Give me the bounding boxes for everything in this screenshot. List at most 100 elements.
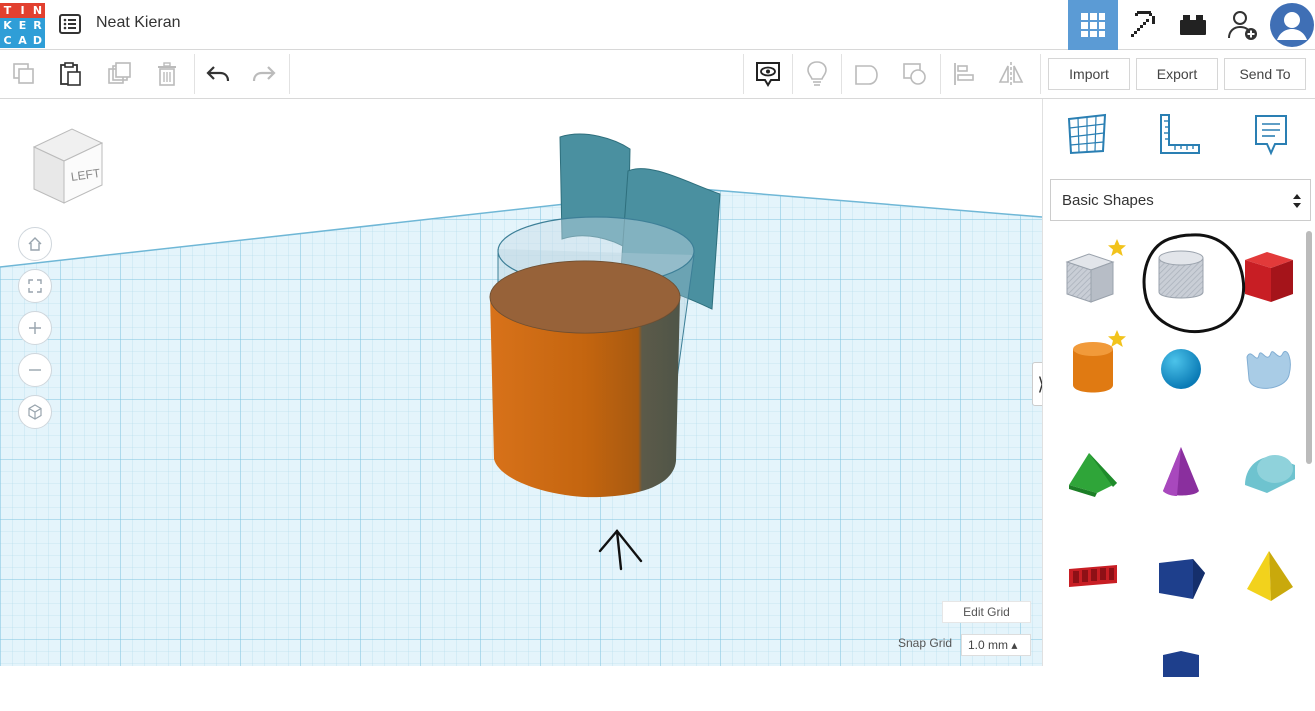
logo-letter: E [15, 18, 30, 33]
design-menu-icon[interactable] [59, 14, 81, 34]
mirror-button[interactable] [990, 50, 1032, 98]
ungroup-icon [903, 63, 926, 85]
copy-button[interactable] [4, 50, 44, 98]
avatar-icon [1269, 3, 1314, 47]
group-button[interactable] [846, 50, 888, 98]
undo-button[interactable] [198, 50, 238, 98]
zoom-in-button[interactable] [18, 311, 52, 345]
toolbar-divider [792, 54, 793, 94]
shape-box-transparent[interactable] [1061, 239, 1126, 308]
ruler-icon [1160, 114, 1200, 154]
avatar[interactable] [1268, 0, 1315, 50]
shape-text-red[interactable] [1061, 543, 1125, 607]
duplicate-button[interactable] [99, 50, 139, 98]
perspective-button[interactable] [18, 395, 52, 429]
shape-round-roof-teal[interactable] [1237, 439, 1301, 503]
align-icon [954, 63, 974, 85]
trash-icon [158, 62, 176, 86]
circle-annotation-icon [1142, 233, 1246, 334]
tinkercad-logo[interactable]: T I N K E R C A D [0, 3, 45, 48]
duplicate-icon [108, 62, 131, 84]
shapes-panel: Basic Shapes [1042, 99, 1315, 677]
workplane-icon [1067, 113, 1107, 155]
logo-letter: C [0, 33, 15, 48]
export-button[interactable]: Export [1136, 58, 1218, 90]
favorite-star-icon [1108, 330, 1126, 347]
shape-pyramid-yellow[interactable] [1237, 543, 1301, 607]
toolbar-divider [743, 54, 744, 94]
home-icon [28, 237, 42, 251]
orange-cylinder-shape[interactable] [489, 260, 681, 498]
home-view-button[interactable] [18, 227, 52, 261]
group-icon [855, 65, 878, 85]
fit-view-button[interactable] [18, 269, 52, 303]
clipboard-icon [60, 62, 81, 86]
shape-library-label: Basic Shapes [1062, 191, 1154, 209]
top-bar: T I N K E R C A D Neat Kieran [0, 0, 1315, 50]
redo-button[interactable] [244, 50, 284, 98]
workplane[interactable]: LEFT [0, 99, 1042, 666]
logo-letter: I [15, 3, 30, 18]
lightbulb-icon [807, 61, 827, 86]
shape-cylinder-orange[interactable] [1061, 330, 1126, 399]
shape-sphere-blue[interactable] [1149, 335, 1213, 399]
pickaxe-icon [1131, 11, 1155, 37]
view-minecraft-button[interactable] [1118, 0, 1168, 50]
shape-cone-purple[interactable] [1149, 439, 1213, 503]
snap-grid-label: Snap Grid [898, 636, 953, 650]
toolbar-divider [289, 54, 290, 94]
note-icon [1255, 115, 1287, 156]
favorite-star-icon [1108, 239, 1126, 256]
design-title[interactable]: Neat Kieran [96, 14, 181, 32]
view-bricks-button[interactable] [1168, 0, 1218, 50]
panel-scrollbar[interactable] [1306, 231, 1312, 464]
show-all-button[interactable] [796, 50, 838, 98]
logo-letter: R [30, 18, 45, 33]
notes-visibility-button[interactable] [746, 50, 790, 98]
logo-letter: T [0, 3, 15, 18]
eye-bubble-icon [756, 62, 780, 87]
grid-icon [1081, 13, 1105, 37]
grid-canvas[interactable] [0, 99, 1042, 666]
redo-icon [252, 66, 276, 82]
copy-icon [13, 63, 34, 84]
toolbar-divider [194, 54, 195, 94]
toolbar-divider [940, 54, 941, 94]
shape-library-select[interactable]: Basic Shapes [1050, 179, 1311, 221]
import-button[interactable]: Import [1048, 58, 1130, 90]
brick-icon [1180, 15, 1206, 35]
logo-letter: A [15, 33, 30, 48]
shape-roof-green[interactable] [1061, 439, 1125, 503]
view-cube[interactable]: LEFT [22, 123, 112, 213]
shape-hexagon-navy[interactable] [1149, 647, 1213, 711]
zoom-out-button[interactable] [18, 353, 52, 387]
undo-icon [206, 66, 230, 82]
add-user-icon [1228, 11, 1257, 40]
snap-grid-select[interactable]: 1.0 mm ▴ [961, 634, 1031, 656]
plus-icon [29, 322, 41, 334]
send-to-button[interactable]: Send To [1224, 58, 1306, 90]
delete-button[interactable] [147, 50, 187, 98]
logo-letter: N [30, 3, 45, 18]
edit-toolbar: Import Export Send To [0, 50, 1315, 99]
notes-tool-button[interactable] [1253, 113, 1289, 159]
toolbar-divider [841, 54, 842, 94]
align-button[interactable] [943, 50, 985, 98]
logo-letter: D [30, 33, 45, 48]
shape-prism-navy[interactable] [1149, 543, 1213, 607]
paste-button[interactable] [50, 50, 90, 98]
mirror-icon [998, 62, 1024, 86]
sort-arrows-icon [1293, 194, 1301, 208]
ruler-tool-button[interactable] [1157, 111, 1201, 157]
shape-scribble[interactable] [1237, 335, 1301, 399]
edit-grid-button[interactable]: Edit Grid [942, 601, 1031, 623]
cube-icon [28, 404, 42, 420]
view-3d-design-button[interactable] [1068, 0, 1118, 50]
logo-letter: K [0, 18, 15, 33]
fit-icon [28, 279, 42, 293]
workplane-tool-button[interactable] [1065, 111, 1109, 155]
toolbar-divider [1040, 54, 1041, 94]
ungroup-button[interactable] [894, 50, 936, 98]
invite-user-button[interactable] [1218, 0, 1268, 50]
minus-icon [29, 369, 41, 371]
